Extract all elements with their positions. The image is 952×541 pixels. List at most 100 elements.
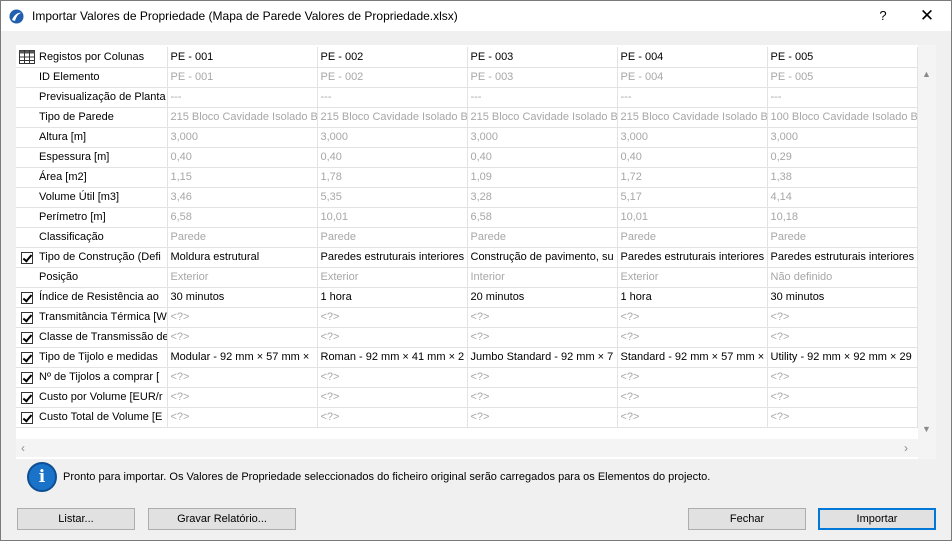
close-button[interactable]: Fechar [688, 508, 806, 530]
table-cell[interactable]: <?> [317, 387, 468, 408]
table-cell: 3,000 [467, 127, 618, 148]
row-label: Nº de Tijolos a comprar [ [39, 371, 160, 383]
archicad-app-icon [9, 9, 24, 24]
scroll-down-icon[interactable]: ▼ [922, 424, 931, 434]
list-button[interactable]: Listar... [17, 508, 135, 530]
table-row: Previsualização de Planta --- --- --- --- --- [16, 87, 918, 108]
column-header[interactable]: PE - 004 [617, 47, 768, 68]
table-cell[interactable]: Jumbo Standard - 92 mm × 7 [467, 347, 618, 368]
table-cell[interactable]: <?> [167, 367, 318, 388]
table-cell[interactable]: <?> [767, 387, 918, 408]
row-label: Custo Total de Volume [E [39, 411, 163, 423]
table-cell[interactable]: 1 hora [617, 287, 768, 308]
table-cell[interactable]: <?> [167, 387, 318, 408]
table-cell: PE - 005 [767, 67, 918, 88]
table-cell[interactable]: Moldura estrutural [167, 247, 318, 268]
table-cell: 0,29 [767, 147, 918, 168]
column-header[interactable]: PE - 002 [317, 47, 468, 68]
column-header[interactable]: PE - 003 [467, 47, 618, 68]
table-cell[interactable]: <?> [317, 307, 468, 328]
row-checkbox[interactable] [21, 311, 33, 324]
table-cell[interactable]: <?> [467, 407, 618, 428]
table-cell[interactable]: Utility - 92 mm × 92 mm × 29 [767, 347, 918, 368]
table-cell[interactable]: <?> [767, 327, 918, 348]
table-cell[interactable]: <?> [317, 407, 468, 428]
vertical-scrollbar[interactable]: ▲ ▼ [918, 45, 936, 459]
table-cell[interactable]: Roman - 92 mm × 41 mm × 2 [317, 347, 468, 368]
table-cell: 10,01 [317, 207, 468, 228]
row-checkbox[interactable] [21, 331, 33, 344]
table-cell: 3,000 [767, 127, 918, 148]
row-label-cell[interactable]: Tipo de Construção (Defi [16, 247, 168, 268]
table-cell[interactable]: 30 minutos [167, 287, 318, 308]
row-label: Tipo de Tijolo e medidas [39, 351, 158, 363]
table-cell: 215 Bloco Cavidade Isolado B [617, 107, 768, 128]
row-label-cell[interactable]: Tipo de Tijolo e medidas [16, 347, 168, 368]
row-checkbox[interactable] [21, 391, 33, 404]
table-cell[interactable]: <?> [467, 307, 618, 328]
table-cell[interactable]: <?> [167, 327, 318, 348]
table-cell[interactable]: <?> [767, 307, 918, 328]
table-row: Índice de Resistência ao 30 minutos 1 hora… [16, 287, 918, 308]
scroll-left-icon[interactable]: ‹ [21, 441, 25, 455]
horizontal-scrollbar[interactable]: ‹ › [16, 439, 918, 457]
help-button[interactable]: ? [869, 3, 897, 29]
row-label-cell[interactable]: Classe de Transmissão de [16, 327, 168, 348]
table-cell: 1,15 [167, 167, 318, 188]
table-cell[interactable]: <?> [617, 407, 768, 428]
table-cell[interactable]: Construção de pavimento, su [467, 247, 618, 268]
row-label-cell[interactable]: Nº de Tijolos a comprar [ [16, 367, 168, 388]
import-button[interactable]: Importar [818, 508, 936, 530]
table-cell[interactable]: 20 minutos [467, 287, 618, 308]
table-cell: 6,58 [467, 207, 618, 228]
title-bar: Importar Valores de Propriedade (Mapa de… [1, 1, 951, 31]
table-cell[interactable]: <?> [167, 407, 318, 428]
table-cell[interactable]: 30 minutos [767, 287, 918, 308]
table-cell[interactable]: Paredes estruturais interiores [617, 247, 768, 268]
table-cell: 3,28 [467, 187, 618, 208]
save-report-button[interactable]: Gravar Relatório... [148, 508, 296, 530]
close-window-button[interactable]: ✕ [907, 3, 947, 29]
row-label-cell: Classificação [16, 227, 168, 248]
table-cell[interactable]: <?> [317, 367, 468, 388]
table-cell[interactable]: <?> [617, 307, 768, 328]
row-label-cell[interactable]: Índice de Resistência ao [16, 287, 168, 308]
table-cell: 1,72 [617, 167, 768, 188]
table-cell[interactable]: <?> [317, 327, 468, 348]
row-checkbox[interactable] [21, 291, 33, 304]
row-label-cell: Volume Útil [m3] [16, 187, 168, 208]
table-cell[interactable]: <?> [617, 327, 768, 348]
row-label-cell[interactable]: Transmitância Térmica [W [16, 307, 168, 328]
scroll-right-icon[interactable]: › [904, 441, 908, 455]
window-title: Importar Valores de Propriedade (Mapa de… [32, 9, 458, 23]
table-cell[interactable]: <?> [467, 367, 618, 388]
column-header[interactable]: PE - 001 [167, 47, 318, 68]
table-cell: 1,38 [767, 167, 918, 188]
table-header-row: Registos por Colunas PE - 001 PE - 002 P… [16, 47, 918, 68]
row-checkbox[interactable] [21, 251, 33, 264]
table-cell: Exterior [617, 267, 768, 288]
property-grid-panel: Registos por Colunas PE - 001 PE - 002 P… [16, 45, 936, 459]
table-cell[interactable]: Paredes estruturais interiores [317, 247, 468, 268]
table-cell[interactable]: <?> [617, 367, 768, 388]
row-label-cell: Previsualização de Planta [16, 87, 168, 108]
row-checkbox[interactable] [21, 371, 33, 384]
table-cell[interactable]: <?> [767, 407, 918, 428]
status-message: Pronto para importar. Os Valores de Prop… [63, 471, 711, 483]
row-label-cell[interactable]: Custo Total de Volume [E [16, 407, 168, 428]
table-cell[interactable]: 1 hora [317, 287, 468, 308]
column-header[interactable]: PE - 005 [767, 47, 918, 68]
table-cell[interactable]: Standard - 92 mm × 57 mm × [617, 347, 768, 368]
table-cell[interactable]: <?> [467, 327, 618, 348]
table-cell[interactable]: Paredes estruturais interiores [767, 247, 918, 268]
row-checkbox[interactable] [21, 351, 33, 364]
table-cell[interactable]: <?> [467, 387, 618, 408]
row-label-cell[interactable]: Custo por Volume [EUR/r [16, 387, 168, 408]
row-checkbox[interactable] [21, 411, 33, 424]
table-cell[interactable]: Modular - 92 mm × 57 mm × [167, 347, 318, 368]
table-cell[interactable]: <?> [767, 367, 918, 388]
row-label: Altura [m] [39, 131, 87, 143]
table-cell[interactable]: <?> [167, 307, 318, 328]
scroll-up-icon[interactable]: ▲ [922, 69, 931, 79]
table-cell[interactable]: <?> [617, 387, 768, 408]
